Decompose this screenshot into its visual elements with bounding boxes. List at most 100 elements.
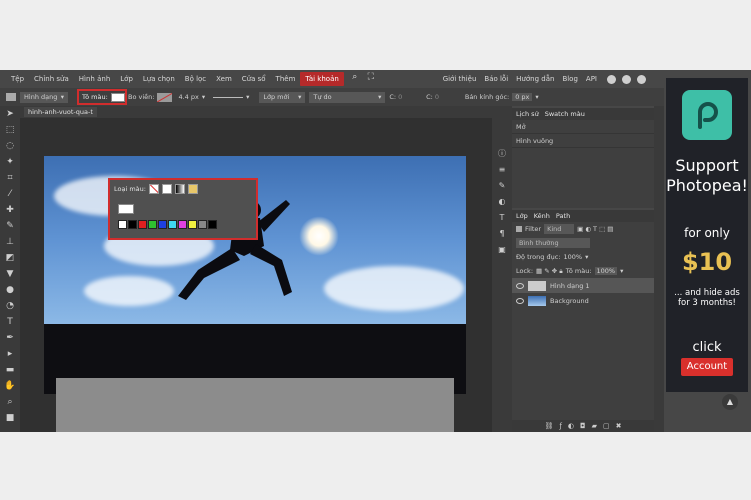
menu-api[interactable]: API <box>582 72 601 86</box>
lasso-tool-icon[interactable]: ◌ <box>0 138 20 154</box>
marquee-tool-icon[interactable]: ⬚ <box>0 122 20 138</box>
opacity-value[interactable]: 100% <box>563 253 582 261</box>
menu-blog[interactable]: Blog <box>558 72 581 86</box>
layer-item-shape[interactable]: Hình dạng 1 <box>512 278 654 293</box>
fill-color-control[interactable]: Tô màu: <box>77 89 127 105</box>
panel-scrollbar[interactable] <box>654 106 664 432</box>
twitter-icon[interactable] <box>622 74 631 84</box>
dodge-tool-icon[interactable]: ◔ <box>0 298 20 314</box>
free-mode-select[interactable]: Tự do ▾ <box>309 91 386 103</box>
type-tool-icon[interactable]: T <box>0 314 20 330</box>
menu-image[interactable]: Hình ảnh <box>74 72 115 86</box>
fullscreen-icon[interactable]: ⛶ <box>366 72 376 82</box>
fx-icon[interactable]: ƒ <box>559 422 561 430</box>
crop-tool-icon[interactable]: ⌗ <box>0 170 20 186</box>
color-swatch[interactable] <box>158 220 167 229</box>
gradient-icon[interactable] <box>174 184 185 194</box>
stroke-swatch[interactable] <box>157 92 173 102</box>
facebook-icon[interactable] <box>637 74 646 84</box>
tab-paths[interactable]: Path <box>556 212 570 220</box>
kind-select[interactable]: Kind <box>544 224 575 234</box>
info-icon[interactable]: ⓘ <box>492 146 512 162</box>
shape-mode-select[interactable]: Hình dạng ▾ <box>20 91 68 103</box>
pen-tool-icon[interactable]: ✒ <box>0 330 20 346</box>
fill-swatch[interactable] <box>110 92 125 102</box>
color-swatch[interactable] <box>188 220 197 229</box>
magic-wand-icon[interactable]: ✦ <box>0 154 20 170</box>
history-row[interactable]: Mở <box>512 120 654 134</box>
tab-layers[interactable]: Lớp <box>516 212 528 220</box>
color-swatches-icon[interactable]: ■ <box>0 410 20 426</box>
filter-checkbox[interactable] <box>516 226 522 232</box>
no-color-icon[interactable] <box>148 184 159 194</box>
chevron-down-icon[interactable]: ▾ <box>202 93 205 101</box>
solid-color-icon[interactable] <box>161 184 172 194</box>
shape-tool-icon[interactable]: ▬ <box>0 362 20 378</box>
link-icon[interactable]: ⛓ <box>545 422 554 430</box>
filter-type-icons[interactable]: ▣ ◐ T ⬚ ▤ <box>577 225 613 233</box>
current-color-swatch[interactable] <box>118 204 134 214</box>
zoom-tool-icon[interactable]: ⌕ <box>0 394 20 410</box>
stroke-size[interactable]: 4.4 px <box>178 93 198 101</box>
history-row[interactable]: Hình vuông <box>512 134 654 148</box>
new-layer-icon[interactable]: ▢ <box>603 422 610 430</box>
menu-more[interactable]: Thêm <box>271 72 301 86</box>
adjust-icon[interactable]: ◐ <box>492 194 512 210</box>
menu-layer[interactable]: Lớp <box>115 72 138 86</box>
type-icon[interactable]: T <box>492 210 512 226</box>
trash-icon[interactable]: ✖ <box>616 422 622 430</box>
menu-account[interactable]: Tài khoản <box>300 72 344 86</box>
folder-icon[interactable]: ▰ <box>592 422 597 430</box>
image-icon[interactable]: ▣ <box>492 242 512 258</box>
brush-icon[interactable]: ✎ <box>492 178 512 194</box>
ad-panel[interactable]: Support Photopea! for only $10 ... and h… <box>666 78 748 392</box>
layer-item-background[interactable]: Background <box>512 293 654 308</box>
color-swatch[interactable] <box>138 220 147 229</box>
layer-mode-select[interactable]: Lớp mới ▾ <box>259 91 306 103</box>
menu-window[interactable]: Cửa sổ <box>237 72 271 86</box>
menu-select[interactable]: Lựa chọn <box>138 72 180 86</box>
tab-channels[interactable]: Kênh <box>534 212 550 220</box>
eye-icon[interactable] <box>516 282 524 289</box>
eye-icon[interactable] <box>516 297 524 304</box>
tab-history[interactable]: Lịch sử <box>516 110 539 118</box>
color-swatch[interactable] <box>178 220 187 229</box>
color-swatch[interactable] <box>198 220 207 229</box>
hand-tool-icon[interactable]: ✋ <box>0 378 20 394</box>
stroke-style-select[interactable] <box>213 96 244 98</box>
paragraph-icon[interactable]: ¶ <box>492 226 512 242</box>
menu-filter[interactable]: Bộ lọc <box>180 72 211 86</box>
reddit-icon[interactable] <box>607 74 616 84</box>
menu-edit[interactable]: Chỉnh sửa <box>29 72 74 86</box>
chevron-down-icon[interactable]: ▾ <box>620 267 623 275</box>
gray-rectangle-shape[interactable] <box>56 378 454 432</box>
fill-tool-icon[interactable]: ▼ <box>0 266 20 282</box>
color-swatch[interactable] <box>208 220 217 229</box>
scroll-up-icon[interactable]: ▲ <box>722 394 738 410</box>
search-icon[interactable]: ⌕ <box>350 72 360 82</box>
brush-tool-icon[interactable]: ✎ <box>0 218 20 234</box>
menu-report-bug[interactable]: Báo lỗi <box>480 72 512 86</box>
adjustment-icon[interactable]: ◐ <box>568 422 574 430</box>
lock-icons[interactable]: ▦ ✎ ✥ 🔒︎ <box>536 267 563 276</box>
blur-tool-icon[interactable]: ● <box>0 282 20 298</box>
list-icon[interactable]: ≡ <box>492 162 512 178</box>
color-swatch[interactable] <box>148 220 157 229</box>
healing-brush-icon[interactable]: ✚ <box>0 202 20 218</box>
account-button[interactable]: Account <box>681 358 733 376</box>
color-swatch[interactable] <box>118 220 127 229</box>
corner-radius-input[interactable]: 0 px <box>512 93 533 101</box>
chevron-down-icon[interactable]: ▾ <box>246 93 249 101</box>
height-input[interactable]: 0 <box>435 93 459 101</box>
mask-icon[interactable]: ◘ <box>580 422 586 430</box>
document-tab[interactable]: hinh-anh-vuot-qua-t <box>24 107 97 117</box>
blend-mode-select[interactable]: Bình thường <box>516 238 590 248</box>
eyedropper-icon[interactable]: ⁄ <box>0 186 20 202</box>
path-select-icon[interactable]: ▸ <box>0 346 20 362</box>
menu-view[interactable]: Xem <box>211 72 237 86</box>
color-swatch[interactable] <box>168 220 177 229</box>
clone-stamp-icon[interactable]: ⊥ <box>0 234 20 250</box>
eraser-tool-icon[interactable]: ◩ <box>0 250 20 266</box>
move-tool-icon[interactable]: ➤ <box>0 106 20 122</box>
chevron-down-icon[interactable]: ▾ <box>535 93 538 101</box>
